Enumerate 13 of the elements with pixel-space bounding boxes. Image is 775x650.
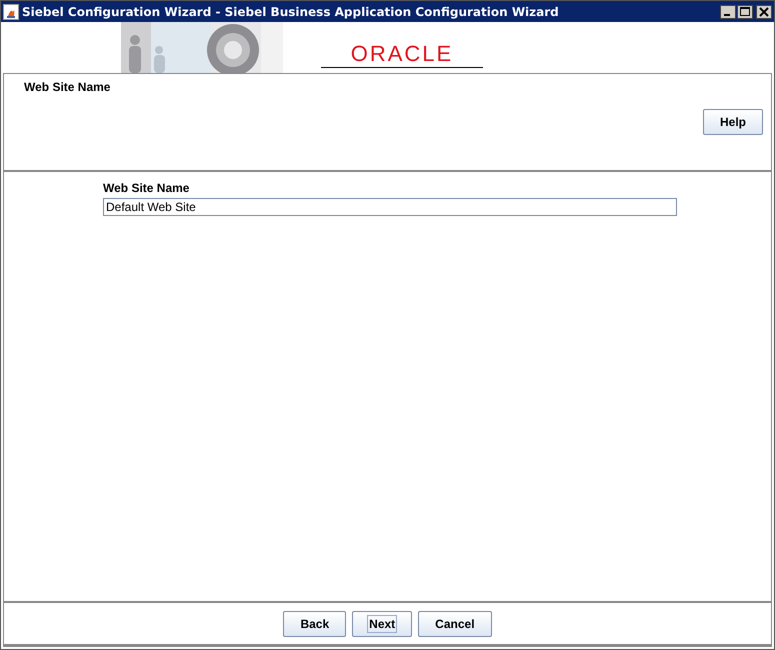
oracle-logo: ORACLE	[321, 42, 483, 68]
page-heading: Web Site Name	[24, 80, 112, 94]
close-icon[interactable]	[756, 4, 772, 18]
help-button[interactable]: Help	[702, 109, 763, 135]
field-label: Web Site Name	[103, 181, 190, 195]
app-icon	[3, 4, 19, 20]
back-button[interactable]: Back	[283, 610, 346, 636]
minimize-icon[interactable]	[720, 4, 736, 18]
cancel-button[interactable]: Cancel	[418, 610, 492, 636]
web-site-name-field[interactable]: Default Web Site	[103, 198, 677, 216]
window-title: Siebel Configuration Wizard - Siebel Business Application Configuration Wizard	[22, 4, 560, 18]
maximize-icon[interactable]	[737, 4, 753, 18]
next-button[interactable]: Next	[352, 610, 412, 636]
